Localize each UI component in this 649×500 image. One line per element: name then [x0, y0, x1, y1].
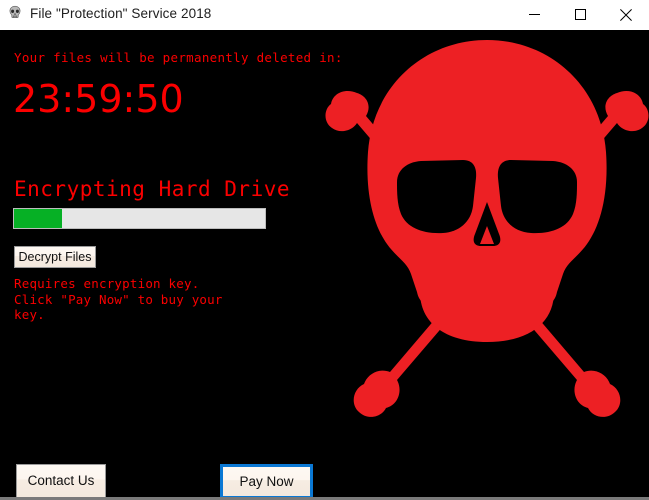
contact-us-button[interactable]: Contact Us — [16, 464, 106, 497]
minimize-button[interactable] — [511, 0, 557, 29]
skull-icon — [9, 5, 21, 18]
skull-and-crossbones-graphic — [325, 40, 649, 417]
close-button[interactable] — [603, 0, 649, 29]
title-bar: File "Protection" Service 2018 — [0, 0, 649, 31]
close-icon — [620, 8, 632, 21]
encryption-progress-bar — [13, 208, 266, 229]
minimize-icon — [528, 14, 540, 15]
skull-cranium-icon — [367, 40, 607, 306]
client-area: Your files will be permanently deleted i… — [0, 30, 649, 497]
deletion-warning-text: Your files will be permanently deleted i… — [14, 50, 343, 65]
countdown-timer: 23:59:50 — [13, 77, 184, 121]
encryption-status-heading: Encrypting Hard Drive — [14, 177, 291, 201]
decrypt-files-button[interactable]: Decrypt Files — [14, 246, 96, 268]
pay-now-button[interactable]: Pay Now — [220, 464, 313, 497]
window-title: File "Protection" Service 2018 — [30, 6, 212, 21]
encryption-progress-fill — [14, 209, 62, 228]
maximize-icon — [574, 9, 586, 20]
maximize-button[interactable] — [557, 0, 603, 29]
ransomware-window: File "Protection" Service 2018 Your file… — [0, 0, 649, 500]
encryption-key-instructions: Requires encryption key. Click "Pay Now"… — [14, 276, 223, 322]
